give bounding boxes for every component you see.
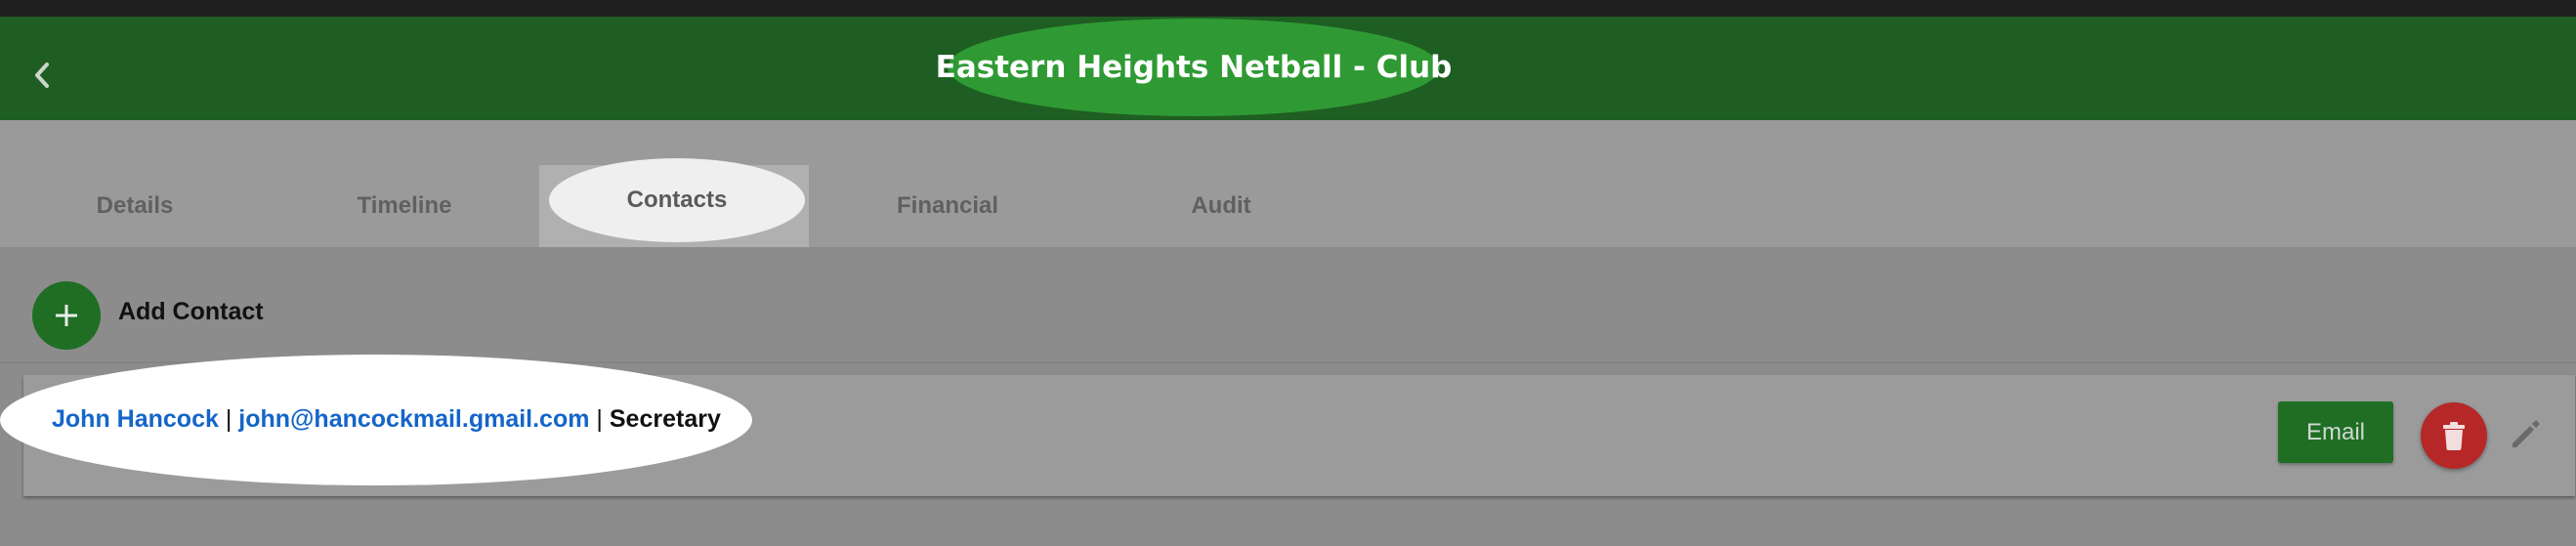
edit-contact-button[interactable] [2505, 414, 2546, 455]
tab-label: Audit [1191, 192, 1251, 219]
contact-summary: John Hancock | john@hancockmail.gmail.co… [52, 405, 721, 434]
contact-email-link[interactable]: john@hancockmail.gmail.com [238, 405, 589, 433]
page-title: Eastern Heights Netball - Club [935, 50, 1453, 85]
tab-details[interactable]: Details [0, 165, 270, 247]
email-button[interactable]: Email [2278, 401, 2393, 463]
active-tab-highlight[interactable]: Contacts [549, 158, 805, 242]
add-contact-label[interactable]: Add Contact [118, 298, 264, 326]
window-top-strip [0, 0, 2576, 17]
separator: | [596, 405, 603, 433]
pencil-icon [2513, 420, 2540, 447]
contact-role: Secretary [609, 405, 721, 433]
add-contact-button[interactable] [32, 281, 101, 350]
separator: | [225, 405, 232, 433]
email-button-label: Email [2305, 418, 2365, 445]
tab-bar: Details Timeline Financial Audit [0, 120, 2576, 247]
chevron-left-icon [35, 63, 49, 88]
tab-label: Financial [896, 192, 999, 219]
tab-timeline[interactable]: Timeline [270, 165, 539, 247]
app-header: Eastern Heights Netball - Club [0, 17, 2576, 120]
tab-financial[interactable]: Financial [813, 165, 1082, 247]
back-button[interactable] [18, 51, 66, 100]
tab-label: Details [96, 192, 174, 219]
trash-icon [2443, 422, 2465, 450]
tab-label: Timeline [357, 192, 452, 219]
delete-contact-button[interactable] [2421, 402, 2487, 469]
plus-icon [56, 305, 77, 326]
tab-label-contacts: Contacts [626, 187, 728, 213]
tab-audit[interactable]: Audit [1086, 165, 1356, 247]
title-highlight: Eastern Heights Netball - Club [936, 19, 1452, 116]
contact-name-link[interactable]: John Hancock [52, 405, 219, 433]
